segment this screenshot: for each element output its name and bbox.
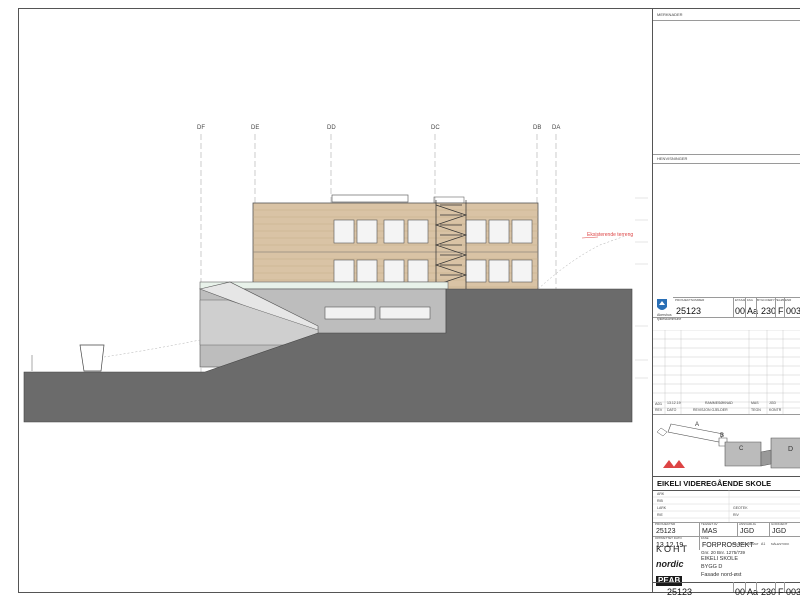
bottom-lopenr: 003 [786, 587, 800, 597]
godkjent-value: JGD [772, 528, 786, 535]
hdr-lopenr: LØPENR [779, 298, 792, 302]
tegnet-av-label: TEGNET AV [701, 522, 718, 526]
scale-label: MÅLESTOKK [771, 542, 790, 546]
key-plan-c: C [739, 446, 744, 452]
bottom-type: F [778, 587, 784, 597]
akershus-logo [657, 299, 667, 310]
bottom-prosjektnummer: 25123 [667, 587, 693, 597]
godkjent-label: GODKJENT [771, 522, 788, 526]
building-name: EIKELI SKOLE [701, 556, 738, 562]
tegnet-av-value: MAS [702, 528, 718, 535]
view-name: Fasade nord-øst [701, 572, 742, 578]
dato-label: OPPRETTET DATO [655, 536, 682, 540]
format-label: ORIGINAL FORMAT [731, 542, 759, 546]
key-plan [656, 423, 800, 469]
project-title: EIKELI VIDEREGÅENDE SKOLE [657, 479, 772, 488]
hdr-bygningsdel: BYGN.DEL [757, 298, 773, 302]
rev-header-text: REVISJON GJELDER [693, 408, 728, 412]
key-plan-d: D [788, 446, 794, 453]
logo-nordic: nordic [656, 559, 684, 569]
ansvarlig-label: ANSVARLIG [739, 522, 756, 526]
title-block: MERKNADER HENVISNINGER Akershus fylkesko… [652, 8, 800, 597]
rev-a01-check: JGD [769, 401, 776, 405]
prosjektnr-label: PROSJEKTNR [655, 522, 676, 526]
rev-a01-by: MAS [751, 401, 759, 405]
rev-a01: A01 [655, 401, 663, 406]
ansvarlig-value: JGD [740, 528, 754, 535]
top-etasje: 00 [735, 306, 746, 316]
hdr-fag: FAG [747, 298, 754, 302]
roof-plant [331, 194, 409, 203]
discipline-grid [653, 490, 800, 522]
gnr-bnr: Gnr. 20 Bnr. 1275/739 [701, 550, 746, 555]
logo-koht: KOHT [656, 544, 690, 554]
key-plan-a: A [695, 422, 700, 428]
facade-elevation [23, 134, 648, 423]
format-value: A1 [761, 542, 766, 546]
top-bygningsdel: 230 [761, 306, 777, 316]
bygg-label: BYGG D [701, 564, 723, 570]
drawing-sheet: DF DE DD DC DB DA Eksisterende terreng [0, 0, 800, 600]
rev-header-check: KONTR [769, 408, 782, 412]
terrain-annotation: Eksisterende terreng [587, 232, 634, 238]
rev-a01-date: 13.12.19 [667, 401, 681, 405]
rev-header: REV [655, 408, 663, 412]
rev-header-date: DATO [667, 408, 677, 412]
key-plan-b: B [720, 433, 725, 439]
phase-label: FASE [701, 536, 709, 540]
henvisninger-heading: HENVISNINGER [657, 156, 688, 161]
hdr-prosjektnummer: PROSJEKTNUMMER [675, 298, 705, 302]
prosjektnr-value: 25123 [656, 528, 676, 535]
rev-a01-text: RAMMESØKNAD [705, 401, 733, 405]
bottom-bygningsdel: 230 [761, 587, 777, 597]
bottom-etasje: 00 [735, 587, 746, 597]
rev-header-by: TEGN [751, 408, 761, 412]
top-type: F [778, 306, 784, 316]
top-lopenr: 003 [786, 306, 800, 316]
merknader-heading: MERKNADER [657, 12, 683, 17]
logo-peab: PEAB [656, 576, 683, 586]
top-prosjektnummer: 25123 [676, 306, 702, 316]
